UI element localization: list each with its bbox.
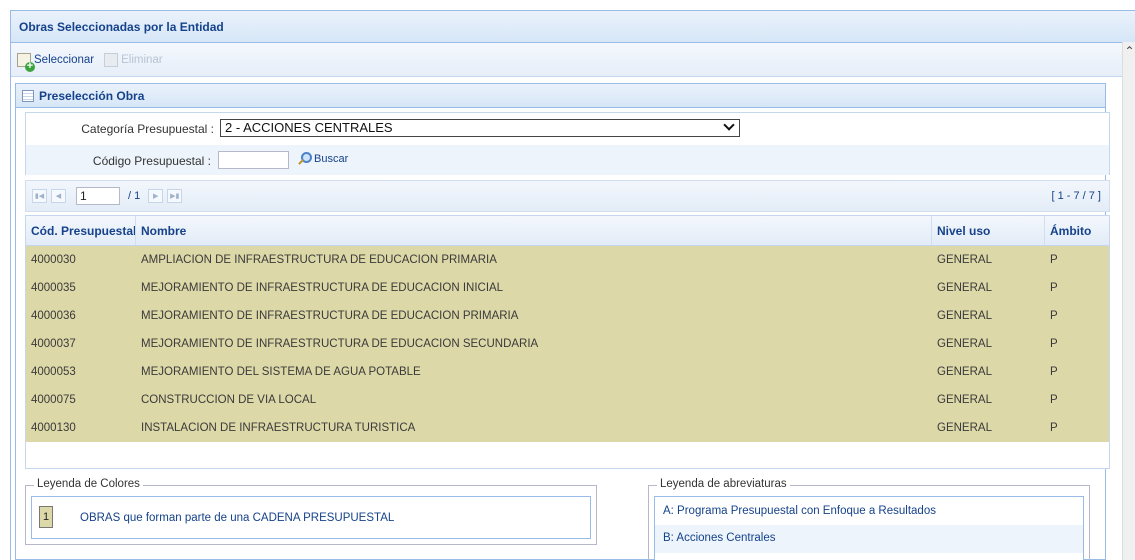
column-header-nombre[interactable]: Nombre [136, 216, 932, 245]
next-page-icon[interactable]: ▶ [148, 189, 164, 203]
cell-ambito: P [1050, 422, 1058, 434]
table-row[interactable]: 4000130 INSTALACION DE INFRAESTRUCTURA T… [26, 414, 1109, 442]
cell-codigo: 4000130 [31, 422, 76, 434]
cell-codigo: 4000075 [31, 394, 76, 406]
cell-nivel-uso: GENERAL [937, 422, 992, 434]
delete-button[interactable]: Eliminar [104, 52, 163, 67]
cell-nivel-uso: GENERAL [937, 394, 992, 406]
select-button-label: Seleccionar [34, 53, 95, 66]
chevron-down-icon [723, 119, 735, 131]
page-input[interactable]: 1 [76, 187, 120, 205]
pagination-bar: ▮◀ ◀ 1 / 1 ▶ ▶▮ [ 1 - 7 / 7 ] [25, 180, 1110, 212]
table-row[interactable]: 4000035 MEJORAMIENTO DE INFRAESTRUCTURA … [26, 274, 1109, 302]
page-total: / 1 [128, 190, 141, 202]
select-button[interactable]: Seleccionar [17, 52, 95, 72]
list-item: A: Programa Presupuestal con Enfoque a R… [655, 497, 1083, 525]
codigo-label: Código Presupuestal : [92, 154, 211, 168]
color-legend-text: OBRAS que forman parte de una CADENA PRE… [80, 512, 395, 524]
abbreviation-legend-box: A: Programa Presupuestal con Enfoque a R… [654, 496, 1084, 560]
window-title: Obras Seleccionadas por la Entidad [11, 11, 1135, 43]
codigo-row: Código Presupuestal : Buscar [26, 145, 1109, 175]
delete-icon [104, 52, 119, 67]
cell-nivel-uso: GENERAL [937, 254, 992, 266]
column-header-nivel-uso[interactable]: Nivel uso [932, 216, 1045, 245]
cell-codigo: 4000036 [31, 310, 76, 322]
color-legend-box: 1 OBRAS que forman parte de una CADENA P… [31, 496, 591, 539]
abbreviation-legend: Leyenda de abreviaturas A: Programa Pres… [648, 478, 1090, 560]
add-icon [17, 52, 35, 72]
record-range: [ 1 - 7 / 7 ] [1051, 190, 1101, 202]
scroll-up-icon[interactable]: ⌃ [1124, 45, 1135, 57]
panel-title: Preselección Obra [39, 88, 145, 103]
search-icon [297, 152, 312, 166]
color-legend: Leyenda de Colores 1 OBRAS que forman pa… [25, 478, 597, 545]
cell-nivel-uso: GENERAL [937, 310, 992, 322]
column-header-codigo[interactable]: Cód. Presupuestal [26, 216, 136, 245]
cell-ambito: P [1050, 282, 1058, 294]
toolbar: Seleccionar Eliminar [11, 43, 1135, 77]
last-page-icon[interactable]: ▶▮ [167, 189, 183, 203]
obras-grid: Cód. Presupuestal Nombre Nivel uso Ámbit… [25, 215, 1110, 469]
abbreviation-legend-title: Leyenda de abreviaturas [657, 478, 790, 490]
cell-nombre: CONSTRUCCION DE VIA LOCAL [141, 394, 317, 406]
abbreviation-b: B: Acciones Centrales [663, 532, 776, 544]
cell-ambito: P [1050, 254, 1058, 266]
cell-ambito: P [1050, 366, 1058, 378]
table-row[interactable]: 4000036 MEJORAMIENTO DE INFRAESTRUCTURA … [26, 302, 1109, 330]
search-button-label: Buscar [314, 153, 349, 165]
cell-nombre: MEJORAMIENTO DE INFRAESTRUCTURA DE EDUCA… [141, 282, 504, 294]
table-row[interactable]: 4000053 MEJORAMIENTO DEL SISTEMA DE AGUA… [26, 358, 1109, 386]
cell-codigo: 4000037 [31, 338, 76, 350]
table-row[interactable]: 4000030 AMPLIACION DE INFRAESTRUCTURA DE… [26, 246, 1109, 274]
cell-nivel-uso: GENERAL [937, 366, 992, 378]
cell-nombre: MEJORAMIENTO DE INFRAESTRUCTURA DE EDUCA… [141, 310, 519, 322]
filter-form: Categoría Presupuestal : 2 - ACCIONES CE… [25, 112, 1110, 175]
search-button[interactable]: Buscar [297, 152, 348, 166]
cell-nivel-uso: GENERAL [937, 282, 992, 294]
categoria-selected-value: 2 - ACCIONES CENTRALES [225, 120, 393, 135]
cell-codigo: 4000053 [31, 366, 76, 378]
abbreviation-a: A: Programa Presupuestal con Enfoque a R… [663, 505, 936, 517]
categoria-select[interactable]: 2 - ACCIONES CENTRALES [220, 119, 740, 137]
delete-button-label: Eliminar [121, 53, 163, 66]
prev-page-icon[interactable]: ◀ [51, 189, 66, 203]
cell-nombre: AMPLIACION DE INFRAESTRUCTURA DE EDUCACI… [141, 254, 497, 266]
cell-nombre: INSTALACION DE INFRAESTRUCTURA TURISTICA [141, 422, 416, 434]
cell-ambito: P [1050, 394, 1058, 406]
cell-ambito: P [1050, 338, 1058, 350]
first-page-icon[interactable]: ▮◀ [32, 189, 47, 203]
panel-header: Preselección Obra [16, 84, 1105, 108]
column-header-ambito[interactable]: Ámbito [1045, 216, 1109, 245]
categoria-label: Categoría Presupuestal : [81, 122, 214, 136]
table-row[interactable]: 4000037 MEJORAMIENTO DE INFRAESTRUCTURA … [26, 330, 1109, 358]
cell-nombre: MEJORAMIENTO DE INFRAESTRUCTURA DE EDUCA… [141, 338, 539, 350]
preselection-panel: Preselección Obra Categoría Presupuestal… [15, 83, 1110, 560]
codigo-input[interactable] [218, 151, 289, 169]
color-swatch: 1 [39, 506, 53, 528]
cell-ambito: P [1050, 310, 1058, 322]
list-item: B: Acciones Centrales [655, 525, 1083, 553]
table-row[interactable]: 4000075 CONSTRUCCION DE VIA LOCAL GENERA… [26, 386, 1109, 414]
form-icon [22, 89, 34, 102]
color-legend-title: Leyenda de Colores [34, 478, 143, 490]
cell-codigo: 4000035 [31, 282, 76, 294]
cell-codigo: 4000030 [31, 254, 76, 266]
cell-nivel-uso: GENERAL [937, 338, 992, 350]
vertical-scrollbar[interactable]: ⌃ [1122, 42, 1135, 560]
cell-nombre: MEJORAMIENTO DEL SISTEMA DE AGUA POTABLE [141, 366, 421, 378]
grid-header: Cód. Presupuestal Nombre Nivel uso Ámbit… [26, 216, 1109, 246]
